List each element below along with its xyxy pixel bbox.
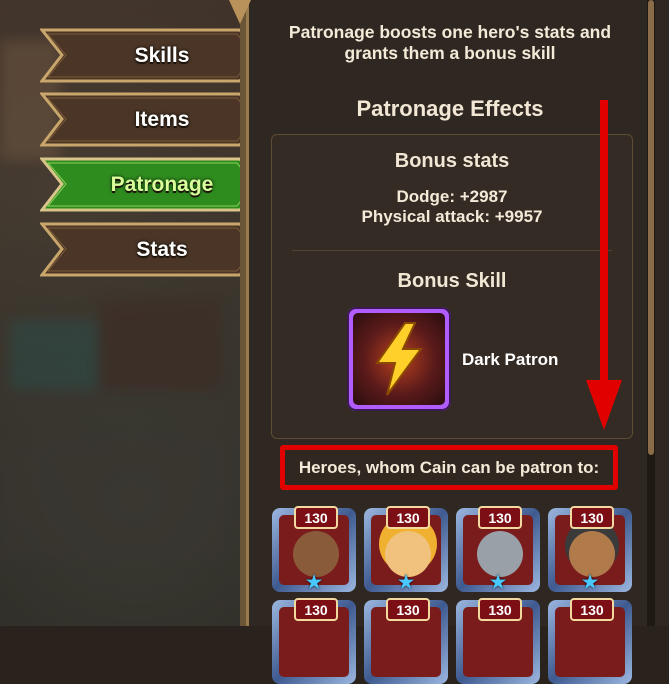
bonus-skill-title: Bonus Skill	[397, 270, 507, 292]
star-icon: ★	[304, 571, 324, 594]
tab-patronage-label: Patronage	[110, 172, 214, 196]
star-icon: ★	[396, 571, 416, 594]
hero-card[interactable]: 130 ★	[364, 506, 448, 594]
panel-ornament-icon	[229, 0, 251, 24]
heroes-patron-label: Heroes, whom Cain can be patron to:	[280, 445, 618, 490]
hero-level-badge: 130	[570, 598, 614, 621]
hero-level-badge: 130	[294, 506, 338, 529]
hero-card[interactable]: 130 ★	[456, 506, 540, 594]
hero-level-badge: 130	[294, 598, 338, 621]
tab-stats-label: Stats	[136, 237, 188, 261]
hero-level-badge: 130	[478, 506, 522, 529]
scroll-down-arrow-icon	[586, 100, 622, 430]
stat-dodge: Dodge: +2987	[396, 187, 508, 206]
hero-level-badge: 130	[570, 506, 614, 529]
lightning-bolt-icon	[353, 313, 445, 405]
tab-items-label: Items	[134, 107, 190, 131]
effects-divider	[292, 250, 612, 251]
tab-items[interactable]: Items	[40, 92, 262, 147]
scrollbar-thumb[interactable]	[648, 0, 654, 455]
hero-card[interactable]: 130	[456, 598, 540, 684]
hero-level-badge: 130	[478, 598, 522, 621]
patronage-intro-text: Patronage boosts one hero's stats and gr…	[288, 22, 612, 63]
hero-card[interactable]: 130	[272, 598, 356, 684]
hero-card[interactable]: 130 ★	[548, 506, 632, 594]
star-icon: ★	[488, 571, 508, 594]
dark-patron-skill-icon[interactable]	[347, 307, 451, 411]
skill-name: Dark Patron	[462, 350, 559, 369]
hero-card[interactable]: 130	[548, 598, 632, 684]
hero-level-badge: 130	[386, 598, 430, 621]
patronage-effects-title: Patronage Effects	[356, 96, 544, 121]
tab-patronage[interactable]: Patronage	[40, 157, 262, 212]
hero-card[interactable]: 130 ★	[272, 506, 356, 594]
tab-skills-label: Skills	[134, 43, 190, 67]
tab-stats[interactable]: Stats	[40, 222, 262, 277]
bonus-stats-title: Bonus stats	[394, 150, 510, 172]
hero-card[interactable]: 130	[364, 598, 448, 684]
stat-physical-attack: Physical attack: +9957	[361, 207, 543, 226]
tab-skills[interactable]: Skills	[40, 28, 262, 83]
star-icon: ★	[580, 571, 600, 594]
hero-level-badge: 130	[386, 506, 430, 529]
